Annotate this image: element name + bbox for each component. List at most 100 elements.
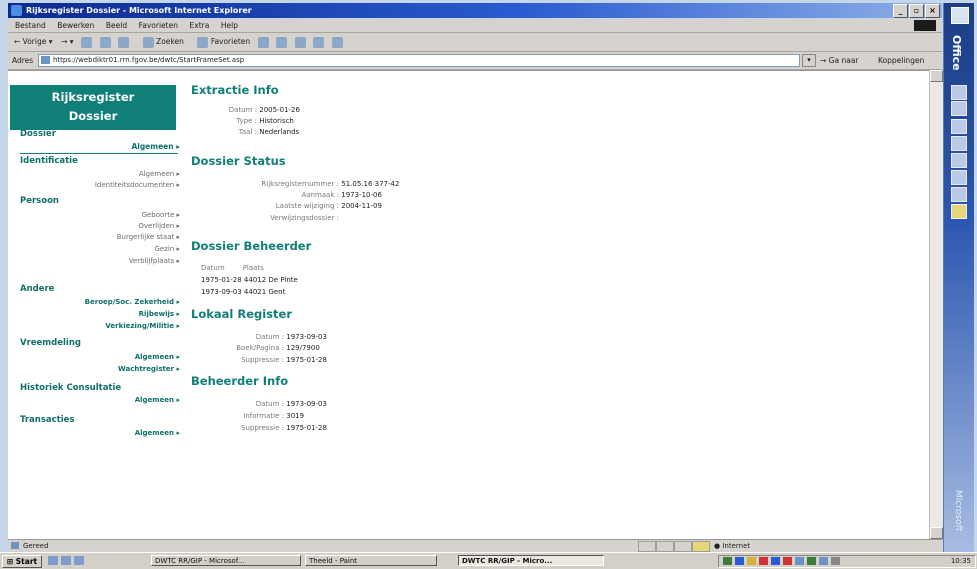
contacts-icon[interactable] [951, 187, 967, 202]
section-lokaal: Lokaal Register [191, 307, 292, 321]
tray-icon[interactable] [771, 557, 780, 565]
menu-extra[interactable]: Extra [190, 21, 210, 30]
status-cell [674, 541, 692, 552]
zone-status: ● Internet [714, 542, 751, 550]
nav-link-identificatie-algemeen[interactable]: Algemeen ▸ [139, 170, 180, 178]
address-input[interactable]: https://webdiktr01.rrn.fgov.be/dwtc/Star… [38, 54, 800, 67]
address-label: Adres [12, 56, 34, 65]
scroll-down-button[interactable] [930, 527, 943, 539]
lock-icon [692, 541, 710, 552]
nav-link-overlijden[interactable]: Overlijden ▸ [138, 222, 180, 230]
menu-bewerken[interactable]: Bewerken [57, 21, 94, 30]
start-button[interactable]: ⊞ Start [2, 555, 42, 568]
toolbar: ← Vorige ▾ → ▾ Zoeken Favorieten [8, 33, 942, 52]
nav-link-vreemdeling-algemeen[interactable]: Algemeen ▸ [135, 353, 180, 361]
nav-link-burgerlijke-staat[interactable]: Burgerlijke staat ▸ [117, 233, 180, 241]
stop-icon[interactable] [81, 36, 93, 48]
tray-icon[interactable] [735, 557, 744, 565]
nav-link-rijbewijs[interactable]: Rijbewijs ▸ [139, 310, 180, 318]
nav-link-historiek-algemeen[interactable]: Algemeen ▸ [135, 396, 180, 404]
excel-icon[interactable] [951, 101, 967, 116]
search-button[interactable]: Zoeken [138, 33, 184, 51]
nav-link-identiteitsdocumenten[interactable]: Identiteitsdocumenten ▸ [95, 181, 180, 189]
nav-link-beroep[interactable]: Beroep/Soc. Zekerheid ▸ [85, 298, 180, 306]
taskbar-item-active[interactable]: DWTC RR/GIP - Micro... [458, 555, 604, 566]
tray-icon[interactable] [819, 557, 828, 565]
nav-link-verblijfplaats[interactable]: Verblijfplaats ▸ [129, 257, 180, 265]
logo-line-1: Rijksregister [51, 90, 135, 104]
vertical-scrollbar[interactable] [929, 70, 943, 539]
tray-icon[interactable] [747, 557, 756, 565]
office-logo-icon [951, 7, 969, 24]
col-plaats: Plaats [242, 264, 264, 272]
word-icon[interactable] [951, 85, 967, 100]
refresh-icon[interactable] [99, 36, 111, 48]
content-frame: Rijksregister Dossier Dossier Algemeen ▸… [8, 70, 942, 540]
clock: 10:35 [950, 557, 971, 565]
logo-line-2: Dossier [68, 109, 118, 123]
beheerder-info-row-datum: Datum : 1973-09-03 [255, 400, 327, 408]
access-icon[interactable] [951, 153, 967, 168]
print-icon[interactable] [294, 36, 306, 48]
tray-icon[interactable] [783, 557, 792, 565]
beheerder-row: 1975-01-28 44012 De Pinte [201, 276, 298, 284]
minimize-button[interactable]: _ [893, 4, 908, 18]
tray-icon[interactable] [807, 557, 816, 565]
nav-category-dossier: Dossier [20, 129, 56, 139]
favorites-button[interactable]: Favorieten [192, 33, 250, 51]
office-title: Office [950, 35, 963, 71]
taskbar-item[interactable]: Theeld - Paint [305, 555, 437, 566]
calendar-icon[interactable] [951, 170, 967, 185]
taskbar: ⊞ Start DWTC RR/GIP - Microsof... Theeld… [0, 552, 977, 569]
forward-button[interactable]: → ▾ [61, 33, 73, 51]
scroll-up-button[interactable] [930, 70, 943, 82]
microsoft-brand: Microsoft [953, 490, 963, 532]
quicklaunch-outlook-icon[interactable] [74, 556, 84, 565]
maximize-button[interactable]: ▫ [909, 4, 924, 18]
tray-icon[interactable] [831, 557, 840, 565]
notes-icon[interactable] [951, 204, 967, 219]
page-icon [41, 56, 50, 64]
status-row-laatste-wijziging: Laatste wijziging : 2004-11-09 [275, 202, 382, 210]
extractie-row-datum: Datum : 2005-01-26 [228, 106, 300, 114]
address-dropdown-icon[interactable]: ▾ [802, 54, 816, 67]
quicklaunch-desktop-icon[interactable] [48, 556, 58, 565]
section-title-beheerder-info: Beheerder Info [191, 374, 289, 388]
mail-icon[interactable] [276, 36, 288, 48]
col-datum: Datum [201, 264, 225, 272]
favorites-icon [197, 36, 209, 48]
nav-category-persoon: Persoon [20, 196, 59, 206]
nav-link-wachtregister[interactable]: Wachtregister ▸ [118, 365, 180, 373]
go-button[interactable]: → Ga naar [820, 52, 859, 69]
links-button[interactable]: Koppelingen [878, 52, 924, 69]
back-button[interactable]: ← Vorige ▾ [14, 33, 53, 51]
lokaal-row-datum: Datum : 1973-09-03 [255, 333, 327, 341]
menu-bestand[interactable]: Bestand [15, 21, 46, 30]
discuss-icon[interactable] [331, 36, 343, 48]
history-icon[interactable] [257, 36, 269, 48]
powerpoint-icon[interactable] [951, 119, 967, 134]
tray-icon[interactable] [759, 557, 768, 565]
nav-link-verkiezing[interactable]: Verkiezing/Militie ▸ [105, 322, 180, 330]
status-bar: Gereed ● Internet [8, 539, 942, 552]
outlook-icon[interactable] [951, 136, 967, 151]
office-shortcut-bar: Office Microsoft [943, 3, 974, 553]
nav-link-dossier-algemeen[interactable]: Algemeen ▸ [131, 142, 180, 151]
tray-icon[interactable] [795, 557, 804, 565]
edit-icon[interactable] [313, 36, 325, 48]
quicklaunch-ie-icon[interactable] [61, 556, 71, 565]
menu-beeld[interactable]: Beeld [106, 21, 127, 30]
close-button[interactable]: × [925, 4, 940, 18]
home-icon[interactable] [118, 36, 130, 48]
section-title-beheerder: Dossier Beheerder [191, 239, 312, 253]
menu-favorieten[interactable]: Favorieten [139, 21, 178, 30]
nav-link-geboorte[interactable]: Geboorte ▸ [142, 211, 180, 219]
taskbar-item[interactable]: DWTC RR/GIP - Microsof... [151, 555, 301, 566]
section-extractie: Extractie Info [191, 83, 279, 97]
nav-link-transacties-algemeen[interactable]: Algemeen ▸ [135, 429, 180, 437]
lokaal-row-suppressie: Suppressie : 1975-01-28 [241, 356, 327, 364]
tray-icon[interactable] [723, 557, 732, 565]
beheerder-info-row-suppressie: Suppressie : 1975-01-28 [241, 424, 327, 432]
menu-help[interactable]: Help [221, 21, 238, 30]
nav-link-gezin[interactable]: Gezin ▸ [154, 245, 180, 253]
